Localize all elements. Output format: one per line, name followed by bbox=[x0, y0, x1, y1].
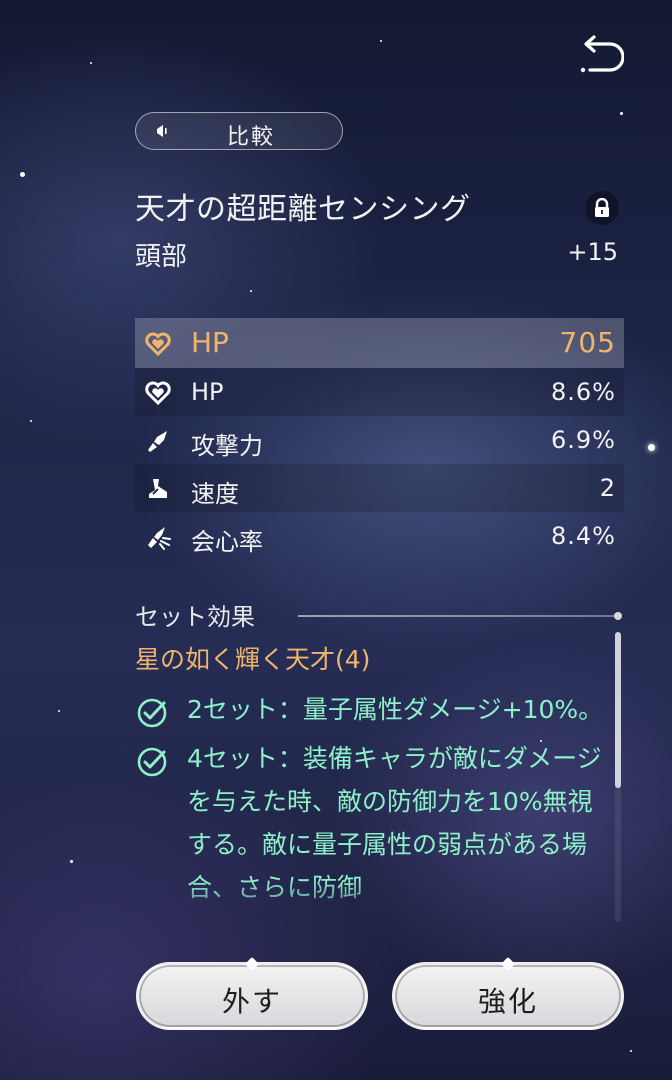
button-ornament bbox=[500, 956, 516, 972]
star bbox=[20, 172, 25, 177]
relic-name: 天才の超距離センシング bbox=[135, 192, 471, 227]
set-effect-text: 4セット：装備キャラが敵にダメージを与えた時、敵の防御力を10%無視する。敵に量… bbox=[187, 744, 602, 902]
sub-stat-value: 8.6% bbox=[551, 378, 616, 406]
divider bbox=[298, 615, 620, 617]
star bbox=[58, 710, 60, 712]
heart-icon bbox=[145, 332, 171, 357]
star bbox=[90, 62, 92, 64]
enhance-label: 強化 bbox=[477, 985, 538, 1018]
scrollbar-thumb[interactable] bbox=[615, 632, 621, 788]
enhance-button[interactable]: 強化 bbox=[392, 956, 624, 1030]
sub-stat-row: 攻撃力 6.9% bbox=[135, 416, 624, 464]
compare-button[interactable]: 比較 bbox=[135, 112, 343, 150]
set-effect-title: セット効果 bbox=[135, 603, 255, 631]
unequip-button[interactable]: 外す bbox=[136, 956, 368, 1030]
return-arrow-icon bbox=[580, 35, 625, 73]
set-name: 星の如く輝く天才(4) bbox=[135, 645, 371, 674]
sub-stat-row: 会心率 8.4% bbox=[135, 512, 624, 560]
star bbox=[380, 40, 382, 42]
return-button[interactable] bbox=[578, 34, 625, 76]
star bbox=[648, 444, 655, 451]
main-stat-name: HP bbox=[191, 326, 229, 359]
heart-icon bbox=[145, 381, 171, 406]
lock-icon bbox=[595, 198, 609, 217]
crit-sword-icon bbox=[148, 527, 171, 550]
check-circle-icon bbox=[137, 747, 167, 777]
sub-stat-name: 攻撃力 bbox=[191, 432, 263, 460]
main-stat-row: HP 705 bbox=[135, 318, 624, 368]
sub-stat-value: 6.9% bbox=[551, 426, 616, 454]
relic-slot: 頭部 bbox=[135, 242, 188, 272]
stat-list: HP 705 HP 8.6% 攻撃力 6.9% 速度 2 会心率 8.4% bbox=[135, 318, 624, 560]
lock-button[interactable] bbox=[585, 191, 619, 225]
sub-stat-value: 2 bbox=[599, 474, 616, 502]
main-stat-value: 705 bbox=[559, 326, 616, 359]
star bbox=[30, 420, 32, 422]
sub-stat-name: 速度 bbox=[191, 480, 239, 508]
button-ornament bbox=[244, 956, 260, 972]
set-effect-panel[interactable]: 星の如く輝く天才(4) 2セット：量子属性ダメージ+10%。 4セット：装備キャ… bbox=[135, 642, 605, 925]
divider-dot bbox=[614, 612, 622, 620]
check-circle-icon bbox=[137, 698, 167, 728]
set-effect-4pc: 4セット：装備キャラが敵にダメージを与えた時、敵の防御力を10%無視する。敵に量… bbox=[135, 737, 605, 909]
set-effect-2pc: 2セット：量子属性ダメージ+10%。 bbox=[135, 688, 605, 731]
set-effect-text: 2セット：量子属性ダメージ+10%。 bbox=[187, 695, 604, 724]
unequip-label: 外す bbox=[221, 985, 282, 1018]
boot-icon bbox=[149, 479, 167, 498]
star bbox=[620, 112, 623, 115]
sub-stat-name: 会心率 bbox=[191, 528, 263, 556]
star bbox=[630, 1050, 632, 1052]
star bbox=[250, 290, 252, 292]
sub-stat-row: HP 8.6% bbox=[135, 368, 624, 416]
sub-stat-row: 速度 2 bbox=[135, 464, 624, 512]
compare-label: 比較 bbox=[226, 125, 275, 150]
relic-level: +15 bbox=[567, 238, 618, 266]
sub-stat-name: HP bbox=[191, 378, 224, 406]
star bbox=[70, 860, 73, 863]
sword-icon bbox=[148, 431, 167, 452]
sub-stat-value: 8.4% bbox=[551, 522, 616, 550]
